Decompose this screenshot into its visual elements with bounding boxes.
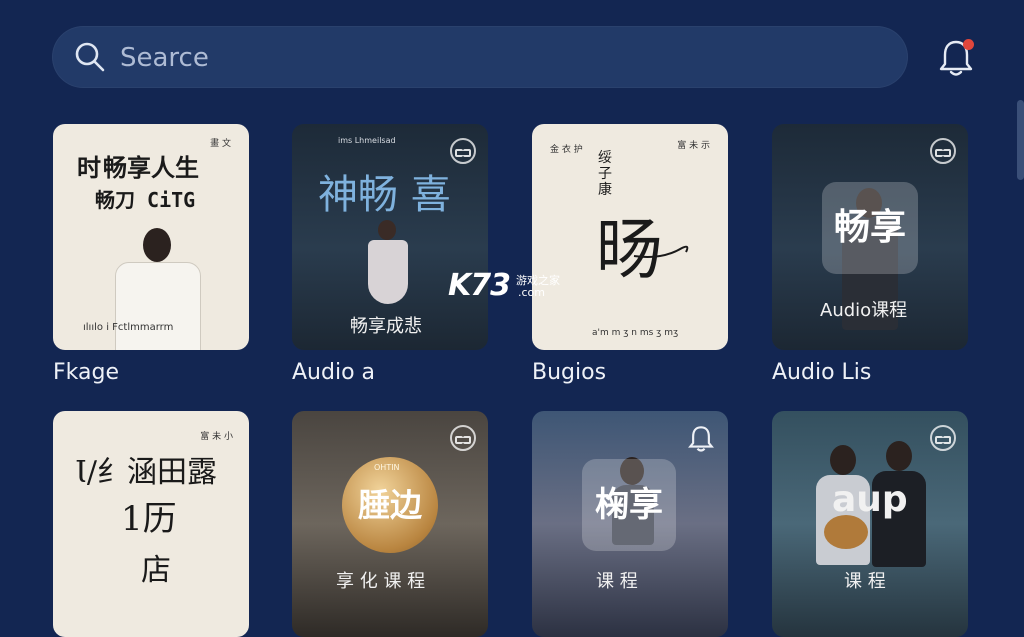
cover-subtitle: Audio课程 xyxy=(820,300,908,321)
cover-title-line3: 店 xyxy=(141,553,171,588)
album-cover: 富 未 小 Ɩ/纟涵田露 1历 店 xyxy=(53,411,249,637)
cover-footer-text: a'm m ʒ n ms ʒ mʒ xyxy=(592,328,679,338)
cover-title: 畅享人生 xyxy=(103,153,199,182)
album-title: Bugios xyxy=(532,360,607,385)
cover-subtitle: 畅刀 CiTG xyxy=(95,188,196,212)
album-cover: ims Lhmeilsad 神畅 喜 畅享成悲 xyxy=(292,124,488,350)
cover-title-prefix: 时 xyxy=(77,153,101,182)
cover-badge: 椈享 xyxy=(582,459,676,551)
album-card[interactable]: aup 课 程 xyxy=(772,411,968,637)
cover-disc-label: OHTIN xyxy=(374,463,400,472)
cover-title: Ɩ/纟涵田露 xyxy=(75,455,217,490)
bell-icon[interactable] xyxy=(686,423,716,453)
search-input[interactable] xyxy=(118,36,882,80)
more-icon[interactable] xyxy=(450,138,476,164)
album-cover: aup 课 程 xyxy=(772,411,968,637)
album-card[interactable]: 金 衣 护 富 未 示 绥 子 康 旸 a'm m ʒ n ms ʒ mʒ Bu… xyxy=(532,124,728,385)
album-cover: 畫 文 时 畅享人生 畅刀 CiTG ılıılo i Fctlmmarrm xyxy=(53,124,249,350)
guitar xyxy=(824,515,868,549)
cover-corner-left: 金 衣 护 xyxy=(550,145,583,155)
album-cover: 畅享 Audio课程 xyxy=(772,124,968,350)
cover-title-small: 绥 子 康 xyxy=(598,150,612,198)
cover-subtitle: 课 程 xyxy=(596,571,638,592)
cover-header-text: ims Lhmeilsad xyxy=(338,136,396,145)
album-card[interactable]: 椈享 课 程 xyxy=(532,411,728,637)
album-cover: 椈享 课 程 xyxy=(532,411,728,637)
search-bar[interactable] xyxy=(52,26,908,88)
notification-dot xyxy=(963,39,974,50)
album-title: Audio a xyxy=(292,360,376,385)
album-card[interactable]: 富 未 小 Ɩ/纟涵田露 1历 店 xyxy=(53,411,249,637)
notification-button[interactable] xyxy=(936,36,976,78)
cover-footer-text: ılıılo i Fctlmmarrm xyxy=(83,322,174,333)
album-card[interactable]: 畅享 Audio课程 Audio Lis xyxy=(772,124,968,385)
more-icon[interactable] xyxy=(930,425,956,451)
more-icon[interactable] xyxy=(450,425,476,451)
more-icon[interactable] xyxy=(930,138,956,164)
cover-corner-text: 富 未 小 xyxy=(200,432,233,442)
album-cover: 金 衣 护 富 未 示 绥 子 康 旸 a'm m ʒ n ms ʒ mʒ xyxy=(532,124,728,350)
brush-stroke xyxy=(633,245,689,258)
cover-subtitle: 享 化 课 程 xyxy=(336,571,426,592)
cover-subtitle: 课 程 xyxy=(844,571,886,592)
watermark-k73: K73 xyxy=(448,268,511,303)
cover-badge: 畅享 xyxy=(822,182,918,274)
cover-badge: aup xyxy=(832,479,908,520)
album-card[interactable]: 畫 文 时 畅享人生 畅刀 CiTG ılıılo i Fctlmmarrm F… xyxy=(53,124,249,385)
cover-title: 神畅 喜 xyxy=(318,172,451,218)
cover-title-line2: 1历 xyxy=(121,499,177,539)
watermark-logo: K73 游戏之家 .com xyxy=(448,268,560,303)
album-title: Audio Lis xyxy=(772,360,872,385)
album-card[interactable]: 腄边 OHTIN 享 化 课 程 xyxy=(292,411,488,637)
cover-corner-text: 畫 文 xyxy=(210,139,231,149)
album-cover: 腄边 OHTIN 享 化 课 程 xyxy=(292,411,488,637)
album-card[interactable]: ims Lhmeilsad 神畅 喜 畅享成悲 Audio a xyxy=(292,124,488,385)
cover-subtitle: 畅享成悲 xyxy=(350,316,422,337)
cover-corner-right: 富 未 示 xyxy=(677,141,710,151)
watermark-domain: .com xyxy=(518,286,545,299)
search-icon xyxy=(75,42,105,72)
album-title: Fkage xyxy=(53,360,119,385)
scrollbar[interactable] xyxy=(1017,100,1024,180)
